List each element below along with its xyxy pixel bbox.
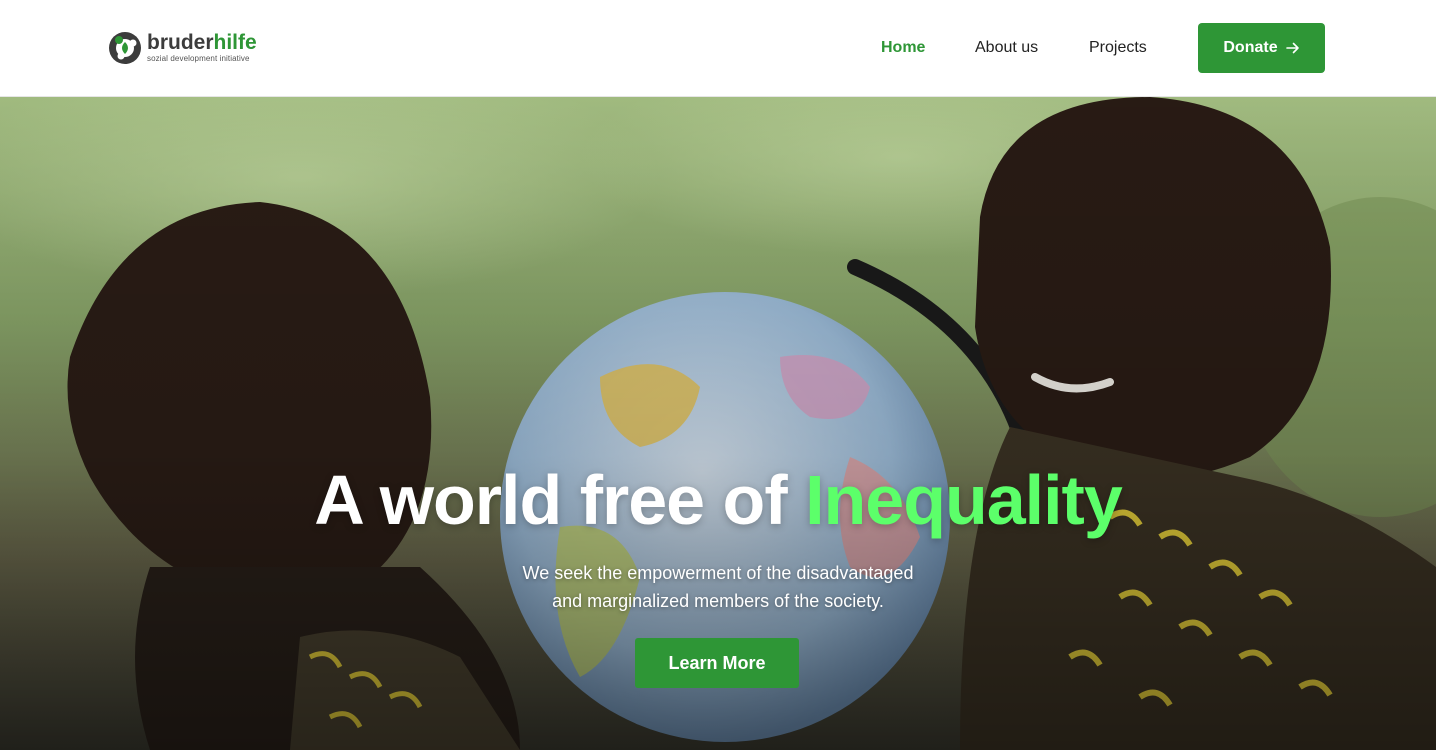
arrow-right-icon bbox=[1285, 42, 1299, 54]
nav-home[interactable]: Home bbox=[881, 38, 925, 58]
logo[interactable]: bruderhilfe sozial development initiativ… bbox=[108, 31, 257, 65]
learn-more-button[interactable]: Learn More bbox=[635, 638, 799, 688]
subtext-line-1: We seek the empowerment of the disadvant… bbox=[522, 563, 914, 583]
logo-tagline: sozial development initiative bbox=[147, 53, 250, 63]
logo-wordmark: bruderhilfe bbox=[147, 30, 257, 54]
site-header: bruderhilfe sozial development initiativ… bbox=[0, 0, 1436, 97]
donate-label: Donate bbox=[1223, 39, 1278, 56]
logo-mark-icon bbox=[109, 32, 141, 64]
headline-main: A world free of bbox=[314, 461, 787, 539]
nav-about-us[interactable]: About us bbox=[975, 38, 1038, 58]
subtext-line-2: and marginalized members of the society. bbox=[552, 591, 884, 611]
headline-highlight: Inequality bbox=[805, 461, 1123, 539]
nav-projects[interactable]: Projects bbox=[1089, 38, 1147, 58]
hero-subtext: We seek the empowerment of the disadvant… bbox=[418, 559, 1018, 615]
hero-section: A world free of Inequality We seek the e… bbox=[0, 97, 1436, 750]
hero-headline: A world free of Inequality bbox=[0, 457, 1436, 543]
donate-button[interactable]: Donate bbox=[1198, 23, 1325, 73]
